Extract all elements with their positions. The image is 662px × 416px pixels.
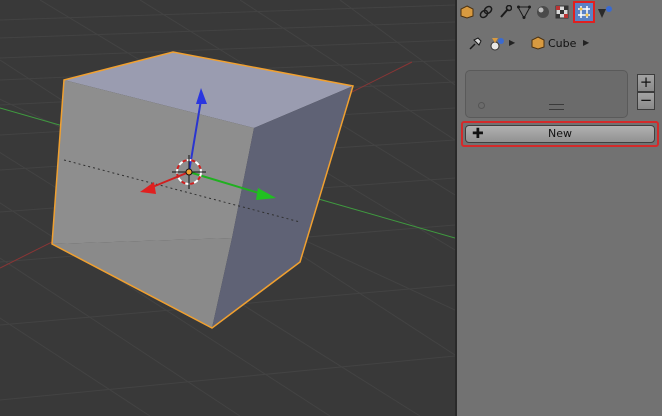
object-cube-icon [531,36,545,53]
scene-context-icon [489,36,507,55]
properties-tabs [457,0,662,26]
context-breadcrumb: ▶ Cube ▶ [457,34,662,54]
scene-cone-icon [598,6,612,18]
data-tab[interactable] [515,3,533,21]
pin-icon[interactable] [467,36,483,55]
mesh-data-icon [517,5,531,19]
list-filter-icon[interactable] [478,102,485,109]
texture-tab[interactable] [553,3,571,21]
new-button-highlight: ✚ New [461,121,659,147]
checker-texture-icon [555,5,569,19]
physics-tab[interactable] [573,1,595,23]
properties-editor: ▶ Cube ▶ + − ✚ New [457,0,662,416]
viewport-scene [0,0,455,416]
list-resize-grip[interactable] [549,104,564,110]
particle-systems-list[interactable] [465,70,628,118]
constraints-tab[interactable] [477,3,495,21]
material-sphere-icon [537,6,549,18]
material-tab[interactable] [534,3,552,21]
context-object-name: Cube [548,37,577,50]
chain-link-icon [479,5,493,19]
breadcrumb-arrow-icon: ▶ [583,38,590,47]
plus-icon: ✚ [472,126,484,142]
modifiers-tab[interactable] [496,3,514,21]
object-tab[interactable] [458,3,476,21]
new-button[interactable]: ✚ New [465,125,655,143]
cube-icon [460,5,474,19]
physics-particles-icon [578,6,590,18]
3d-viewport[interactable] [0,0,455,416]
new-button-label: New [548,127,572,140]
wrench-icon [500,5,512,18]
add-slot-button[interactable]: + [637,74,655,92]
scene-tab[interactable] [596,3,614,21]
breadcrumb-arrow-icon: ▶ [509,38,516,47]
remove-slot-button[interactable]: − [637,92,655,110]
cube-front-face-lower [52,238,232,328]
